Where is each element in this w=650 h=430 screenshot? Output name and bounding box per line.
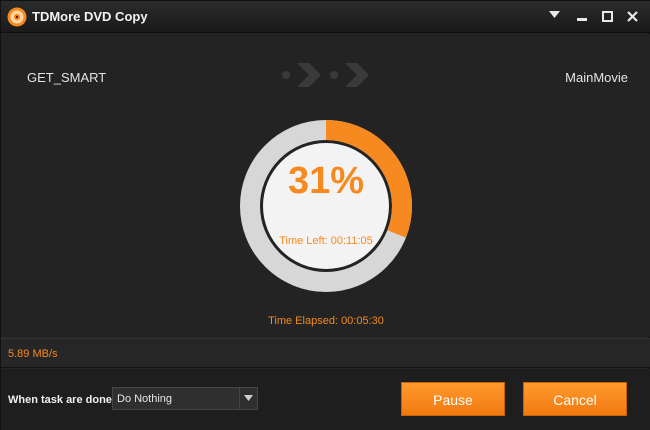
- tdmore-logo-icon: [7, 7, 27, 27]
- title-bar[interactable]: TDMore DVD Copy: [1, 1, 650, 33]
- when-done-dropdown-toggle[interactable]: [239, 388, 257, 409]
- close-icon: [626, 11, 638, 22]
- time-elapsed: Time Elapsed: 00:05:30: [1, 315, 650, 327]
- app-window: TDMore DVD Copy GET_SMART MainMovie 31% …: [0, 0, 650, 430]
- maximize-icon: [601, 11, 613, 22]
- progress-ring: 31% Time Left: 00:11:05: [238, 118, 414, 294]
- speed-bar: 5.89 MB/s: [1, 338, 650, 368]
- transfer-speed: 5.89 MB/s: [8, 348, 58, 360]
- time-elapsed-label: Time Elapsed:: [268, 315, 338, 327]
- copy-progress-panel: GET_SMART MainMovie 31% Time Left: 00:11…: [1, 34, 650, 337]
- time-left-label: Time Left:: [279, 235, 328, 247]
- footer-bar: When task are done: Do Nothing Pause Can…: [1, 369, 650, 430]
- source-name: GET_SMART: [27, 70, 107, 85]
- menu-dropdown-button[interactable]: [545, 7, 563, 27]
- cancel-button[interactable]: Cancel: [523, 382, 627, 416]
- progress-ring-graphic: [240, 120, 412, 292]
- app-title: TDMore DVD Copy: [32, 9, 148, 24]
- maximize-button[interactable]: [598, 7, 616, 27]
- when-done-label: When task are done:: [8, 394, 116, 406]
- time-left-value: 00:11:05: [330, 235, 373, 247]
- minimize-button[interactable]: [573, 7, 591, 27]
- close-button[interactable]: [623, 7, 641, 27]
- progress-percent: 31%: [287, 160, 365, 202]
- chevron-down-icon: [244, 395, 253, 401]
- double-arrow-icon: [282, 63, 369, 87]
- target-name: MainMovie: [565, 70, 628, 85]
- triangle-down-icon: [548, 11, 560, 18]
- pause-button[interactable]: Pause: [401, 382, 505, 416]
- minimize-icon: [577, 18, 587, 21]
- when-done-selected-value: Do Nothing: [117, 393, 173, 405]
- time-left: Time Left: 00:11:05: [238, 235, 414, 247]
- when-done-select[interactable]: Do Nothing: [112, 387, 258, 410]
- time-elapsed-value: 00:05:30: [341, 315, 384, 327]
